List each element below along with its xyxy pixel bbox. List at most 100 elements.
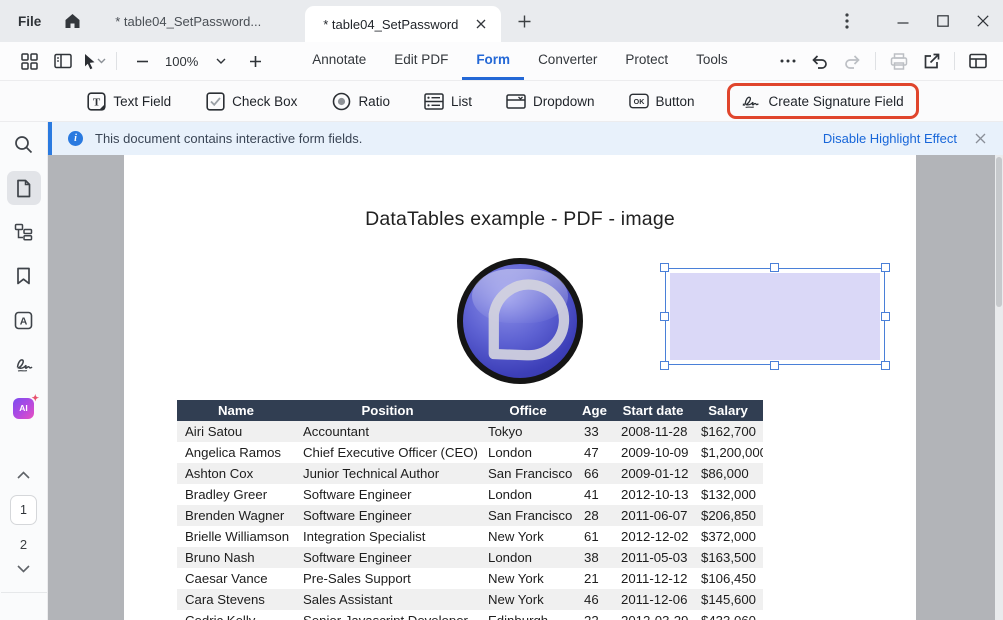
annotations-panel-button[interactable]: A (0, 298, 48, 342)
resize-handle-n[interactable] (770, 263, 779, 272)
table-cell: Bradley Greer (177, 487, 295, 502)
resize-handle-sw[interactable] (660, 361, 669, 370)
resize-handle-e[interactable] (881, 312, 890, 321)
select-tool-button[interactable] (82, 53, 106, 70)
tool-label: List (451, 94, 472, 109)
table-cell: $106,450 (693, 571, 763, 586)
layout-button[interactable] (963, 47, 993, 75)
undo-button[interactable] (805, 47, 835, 75)
cursor-icon (82, 53, 97, 70)
dropdown-icon (506, 91, 526, 111)
ellipsis-icon (780, 59, 796, 63)
export-button[interactable] (916, 47, 946, 75)
table-cell: Brenden Wagner (177, 508, 295, 523)
button-tool-button[interactable]: OK Button (627, 87, 697, 115)
search-icon (14, 135, 33, 154)
redo-button[interactable] (837, 47, 867, 75)
tab-tools[interactable]: Tools (682, 42, 742, 80)
tab-protect[interactable]: Protect (611, 42, 682, 80)
table-cell: 2011-12-06 (613, 592, 693, 607)
grid-view-button[interactable] (14, 47, 44, 75)
table-cell: Caesar Vance (177, 571, 295, 586)
table-cell: 2011-12-12 (613, 571, 693, 586)
form-tools-bar: T Text Field Check Box Ratio List Dropdo… (0, 81, 1003, 122)
zoom-dropdown-button[interactable] (206, 47, 236, 75)
toolbar-left-group: 100% (0, 42, 270, 80)
column-header: Position (295, 403, 480, 418)
text-field-button[interactable]: T Text Field (84, 87, 173, 115)
table-row: Ashton CoxJunior Technical AuthorSan Fra… (177, 463, 763, 484)
home-button[interactable] (55, 6, 89, 36)
more-menu-button[interactable] (829, 4, 865, 38)
outline-tree-icon (14, 223, 33, 241)
search-button[interactable] (0, 122, 48, 166)
tool-label: Text Field (113, 94, 171, 109)
ratio-button[interactable]: Ratio (329, 87, 392, 115)
toolbar-divider (116, 52, 117, 70)
resize-handle-nw[interactable] (660, 263, 669, 272)
table-cell: 2011-06-07 (613, 508, 693, 523)
table-row: Bruno NashSoftware EngineerLondon382011-… (177, 547, 763, 568)
chevron-down-icon[interactable] (97, 58, 106, 64)
check-box-button[interactable]: Check Box (203, 87, 299, 115)
home-icon (64, 13, 81, 29)
table-cell: Bruno Nash (177, 550, 295, 565)
page-number-2[interactable]: 2 (20, 532, 27, 556)
vertical-scrollbar[interactable] (995, 155, 1003, 620)
previous-page-button[interactable] (0, 462, 48, 488)
dropdown-button[interactable]: Dropdown (504, 87, 597, 115)
scrollbar-thumb[interactable] (996, 157, 1002, 307)
page-number-current[interactable]: 1 (10, 495, 37, 525)
tab-converter[interactable]: Converter (524, 42, 611, 80)
document-viewport[interactable]: DataTables example - PDF - image (48, 155, 1003, 620)
notification-message: This document contains interactive form … (95, 131, 362, 146)
resize-handle-w[interactable] (660, 312, 669, 321)
table-cell: 21 (576, 571, 613, 586)
close-window-button[interactable] (963, 4, 1003, 38)
table-cell: 2009-01-12 (613, 466, 693, 481)
document-tab-active[interactable]: * table04_SetPassword (305, 6, 501, 42)
tab-edit-pdf[interactable]: Edit PDF (380, 42, 462, 80)
more-tools-button[interactable] (773, 47, 803, 75)
print-button[interactable] (884, 47, 914, 75)
table-cell: Software Engineer (295, 508, 480, 523)
table-cell: 46 (576, 592, 613, 607)
outline-panel-button[interactable] (0, 210, 48, 254)
zoom-in-button[interactable] (240, 47, 270, 75)
maximize-button[interactable] (923, 4, 963, 38)
minimize-icon (897, 15, 909, 27)
minimize-button[interactable] (883, 4, 923, 38)
signature-form-field[interactable] (665, 268, 885, 365)
tab-annotate[interactable]: Annotate (298, 42, 380, 80)
zoom-level[interactable]: 100% (161, 54, 202, 69)
table-cell: New York (480, 529, 576, 544)
resize-handle-ne[interactable] (881, 263, 890, 272)
layout-icon (969, 53, 987, 69)
pdf-page[interactable]: DataTables example - PDF - image (124, 155, 916, 620)
page-thumbnails-button[interactable] (0, 166, 48, 210)
bookmarks-button[interactable] (0, 254, 48, 298)
next-page-button[interactable] (0, 556, 48, 582)
disable-highlight-link[interactable]: Disable Highlight Effect (823, 131, 957, 146)
file-menu[interactable]: File (0, 14, 55, 29)
list-button[interactable]: List (422, 87, 474, 115)
table-cell: $206,850 (693, 508, 763, 523)
resize-handle-se[interactable] (881, 361, 890, 370)
table-cell: $163,500 (693, 550, 763, 565)
table-cell: 66 (576, 466, 613, 481)
ai-assistant-button[interactable]: AI ✦ (0, 386, 48, 430)
tab-close-icon[interactable] (471, 14, 491, 34)
resize-handle-s[interactable] (770, 361, 779, 370)
table-cell: London (480, 550, 576, 565)
bookmark-icon (16, 267, 31, 285)
side-panel-toggle-button[interactable] (48, 47, 78, 75)
svg-text:T: T (93, 96, 101, 108)
new-tab-button[interactable] (507, 6, 541, 36)
document-tab-inactive[interactable]: * table04_SetPassword... (89, 0, 305, 42)
table-cell: San Francisco (480, 466, 576, 481)
create-signature-field-button[interactable]: Create Signature Field (727, 83, 919, 119)
notification-close-button[interactable] (969, 128, 991, 150)
zoom-out-button[interactable] (127, 47, 157, 75)
tab-form[interactable]: Form (462, 42, 524, 80)
signatures-panel-button[interactable] (0, 342, 48, 386)
